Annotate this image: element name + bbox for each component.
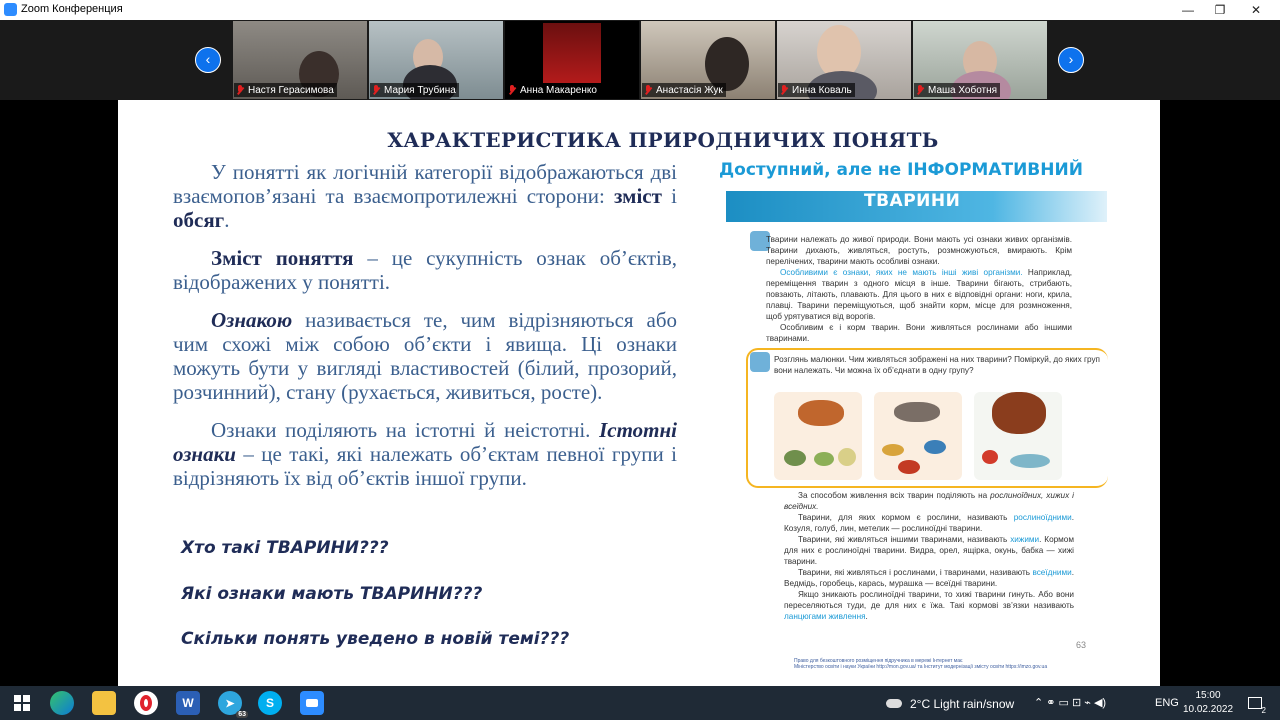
muted-mic-icon — [508, 85, 516, 95]
page-number: 63 — [1076, 640, 1087, 650]
participant-name: Анна Макаренко — [520, 84, 597, 96]
participant-name: Мария Трубина — [384, 84, 456, 96]
participant-name-bar: Маша Хоботня — [914, 83, 1001, 97]
window-title-bar: Zoom Конференция — ❐ ✕ — [0, 0, 1280, 21]
clock-date[interactable]: 10.02.2022 — [1182, 704, 1234, 715]
participant-tile[interactable]: Инна Коваль — [777, 21, 911, 99]
paragraph-content-volume: У понятті як логічній категорії відображ… — [173, 160, 677, 232]
file-explorer-icon[interactable] — [92, 691, 116, 715]
participant-name: Анастасія Жук — [656, 84, 723, 96]
gallery-prev-button[interactable]: ‹ — [195, 47, 221, 73]
question-1: Хто такі ТВАРИНИ??? — [181, 538, 389, 558]
paragraph-feature-definition: Ознакою називається те, чим відрізняютьс… — [173, 308, 677, 404]
carnivores-picture — [874, 392, 962, 480]
textbook-task-text: Розглянь малюнки. Чим живляться зображен… — [774, 355, 1100, 375]
skype-icon[interactable]: S — [258, 691, 282, 715]
textbook-banner: ТВАРИНИ — [726, 191, 1107, 222]
question-icon — [750, 352, 770, 372]
slide-title: ХАРАКТЕРИСТИКА ПРИРОДНИЧИХ ПОНЯТЬ — [387, 128, 939, 152]
muted-mic-icon — [780, 85, 788, 95]
gallery-next-button[interactable]: › — [1058, 47, 1084, 73]
opera-icon[interactable] — [134, 691, 158, 715]
textbook-intro: Тварини належать до живої природи. Вони … — [766, 235, 1073, 343]
slide-subheading: Доступний, але не ІНФОРМАТИВНИЙ — [719, 160, 1083, 180]
muted-mic-icon — [916, 85, 924, 95]
participant-tile[interactable]: Анастасія Жук — [641, 21, 775, 99]
participant-name: Настя Герасимова — [248, 84, 334, 96]
participant-tile[interactable]: Мария Трубина — [369, 21, 503, 99]
zoom-app-icon — [4, 3, 17, 16]
language-indicator[interactable]: ENG — [1155, 697, 1179, 709]
textbook-task-box: Розглянь малюнки. Чим живляться зображен… — [746, 348, 1108, 488]
close-button[interactable]: ✕ — [1238, 0, 1274, 20]
edge-icon[interactable] — [50, 691, 74, 715]
herbivores-picture — [774, 392, 862, 480]
textbook-footnote: Право для безкоштовного розміщення підру… — [794, 658, 1048, 670]
telegram-badge: 63 — [236, 711, 248, 718]
participant-name: Инна Коваль — [792, 84, 852, 96]
zoom-icon[interactable] — [300, 691, 324, 715]
participant-name: Маша Хоботня — [928, 84, 998, 96]
muted-mic-icon — [644, 85, 652, 95]
maximize-button[interactable]: ❐ — [1202, 0, 1238, 20]
participant-name-bar: Мария Трубина — [370, 83, 459, 97]
telegram-icon[interactable]: ➤ 63 — [218, 691, 248, 718]
omnivores-picture — [974, 392, 1062, 480]
textbook-page: ТВАРИНИ Тварини належать до живої природ… — [722, 188, 1110, 678]
textbook-groups-text: За способом живлення всіх тварин поділяю… — [784, 491, 1074, 621]
weather-cloud-icon — [884, 691, 904, 715]
slide-main-text: У понятті як логічній категорії відображ… — [173, 160, 677, 504]
question-2: Які ознаки мають ТВАРИНИ??? — [181, 584, 483, 604]
windows-taskbar: W ➤ 63 S 2°C Light rain/snow ⌃ ⚭ ▭ ⊡ ⌁ ◀… — [0, 686, 1280, 720]
system-tray-icons[interactable]: ⌃ ⚭ ▭ ⊡ ⌁ ◀) — [1034, 696, 1106, 709]
window-title: Zoom Конференция — [21, 3, 123, 15]
notifications-icon[interactable]: 2 — [1244, 691, 1266, 715]
shared-screen-slide: ХАРАКТЕРИСТИКА ПРИРОДНИЧИХ ПОНЯТЬ У поня… — [118, 100, 1160, 686]
weather-widget[interactable]: 2°C Light rain/snow — [910, 697, 1014, 711]
paragraph-content-definition: Зміст поняття – це сукупність ознак об’є… — [173, 246, 678, 294]
participant-name-bar: Инна Коваль — [778, 83, 855, 97]
clock-time[interactable]: 15:00 — [1182, 690, 1234, 701]
question-3: Скільки понять уведено в новій темі??? — [181, 629, 570, 649]
muted-mic-icon — [236, 85, 244, 95]
participant-tile[interactable]: Анна Макаренко — [505, 21, 639, 99]
muted-mic-icon — [372, 85, 380, 95]
participant-tile[interactable]: Настя Герасимова — [233, 21, 367, 99]
participant-name-bar: Анастасія Жук — [642, 83, 726, 97]
participant-name-bar: Анна Макаренко — [506, 83, 600, 97]
video-gallery-strip: ‹ Настя Герасимова Мария Трубина Анна Ма… — [0, 20, 1280, 100]
paragraph-essential-features: Ознаки поділяють на істотні й неістотні.… — [173, 418, 677, 490]
word-icon[interactable]: W — [176, 691, 200, 715]
windows-start-icon[interactable] — [10, 691, 34, 715]
participant-name-bar: Настя Герасимова — [234, 83, 337, 97]
participant-tile[interactable]: Маша Хоботня — [913, 21, 1047, 99]
minimize-button[interactable]: — — [1170, 0, 1206, 20]
